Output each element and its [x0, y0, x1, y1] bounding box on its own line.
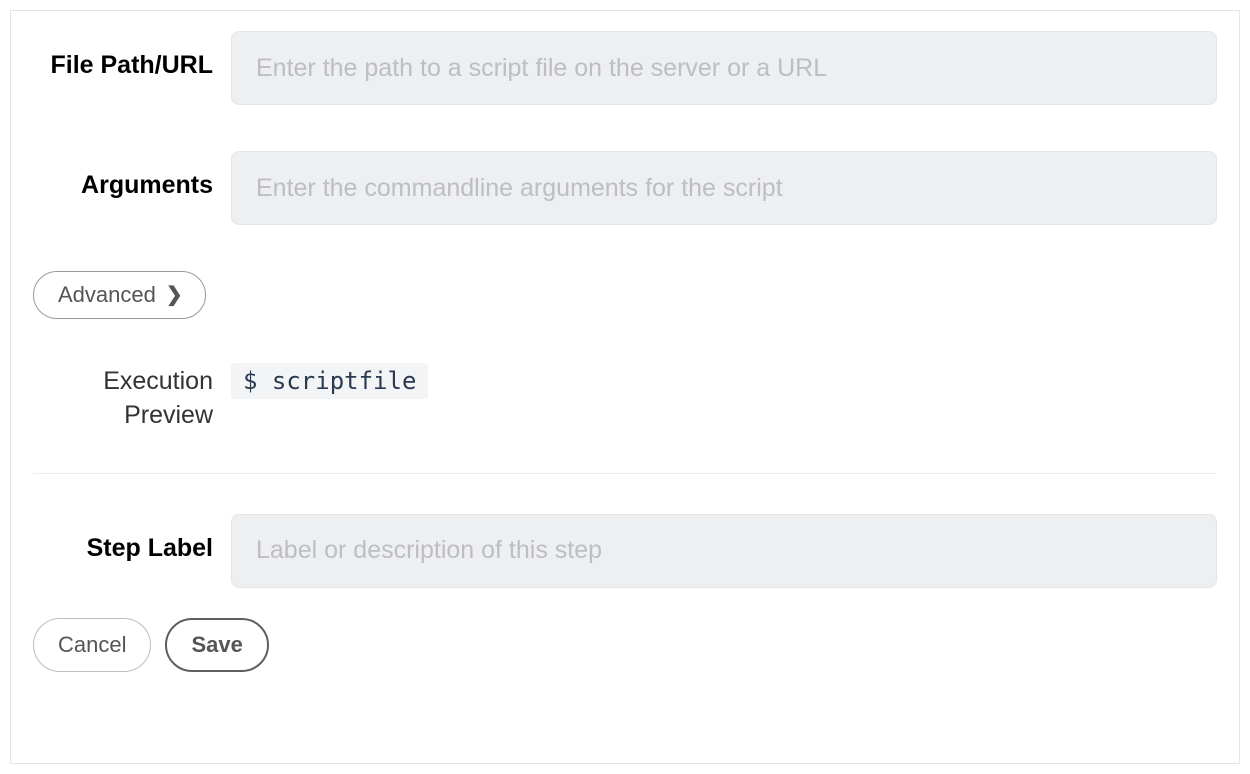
step-label-row: Step Label — [33, 514, 1217, 588]
step-label-input-col — [231, 514, 1217, 588]
advanced-row: Advanced ❯ — [33, 271, 1217, 319]
divider — [33, 473, 1217, 474]
arguments-label: Arguments — [81, 171, 213, 199]
file-path-label: File Path/URL — [50, 51, 213, 79]
step-label-label-col: Step Label — [33, 514, 231, 566]
advanced-button[interactable]: Advanced ❯ — [33, 271, 206, 319]
file-path-row: File Path/URL — [33, 31, 1217, 105]
cancel-button[interactable]: Cancel — [33, 618, 151, 672]
arguments-row: Arguments — [33, 151, 1217, 225]
arguments-input[interactable] — [231, 151, 1217, 225]
execution-preview-row: Execution Preview $ scriptfile — [33, 361, 1217, 433]
form-panel: File Path/URL Arguments Advanced ❯ Execu… — [10, 10, 1240, 764]
button-row: Cancel Save — [33, 618, 1217, 672]
execution-preview-label-col: Execution Preview — [33, 361, 231, 433]
file-path-input-col — [231, 31, 1217, 105]
arguments-input-col — [231, 151, 1217, 225]
execution-preview-label: Execution Preview — [33, 365, 213, 433]
step-label-input[interactable] — [231, 514, 1217, 588]
chevron-right-icon: ❯ — [166, 285, 183, 305]
file-path-label-col: File Path/URL — [33, 31, 231, 83]
advanced-button-label: Advanced — [58, 282, 156, 308]
execution-preview-code: $ scriptfile — [231, 363, 428, 399]
file-path-input[interactable] — [231, 31, 1217, 105]
execution-preview-col: $ scriptfile — [231, 361, 1217, 399]
save-button[interactable]: Save — [165, 618, 268, 672]
arguments-label-col: Arguments — [33, 151, 231, 203]
step-label-label: Step Label — [87, 534, 213, 562]
